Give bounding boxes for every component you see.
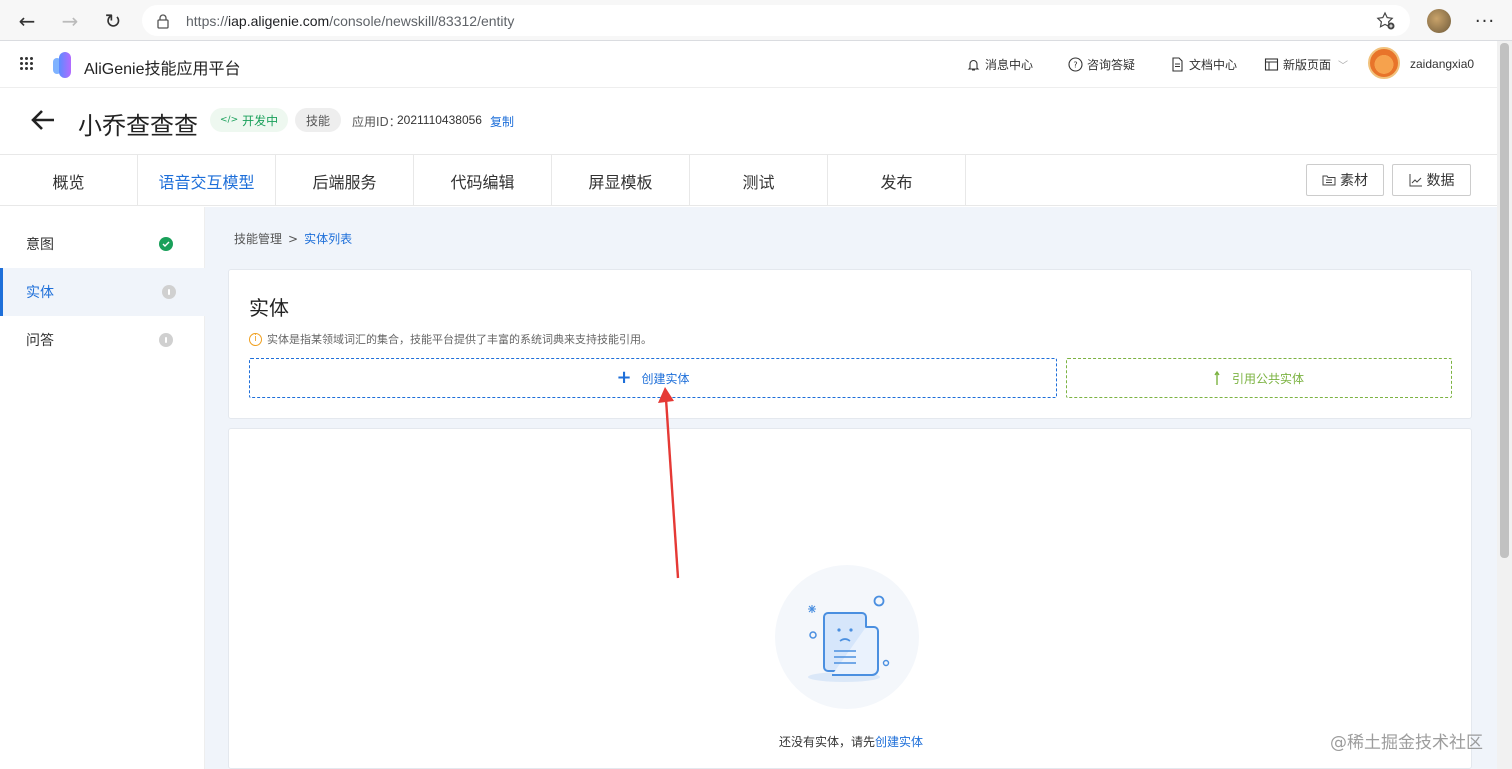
tab-code-edit[interactable]: 代码编辑 xyxy=(414,155,552,206)
type-badge: 技能 xyxy=(295,108,342,132)
entity-sidebar: 意图 实体 问答 xyxy=(0,207,205,769)
folder-icon xyxy=(1322,175,1336,186)
sidebar-item-entity[interactable]: 实体 xyxy=(0,268,205,316)
browser-toolbar: ← → ↻ https://iap.aligenie.com/console/n… xyxy=(0,0,1512,41)
empty-state-message: 还没有实体，请先创建实体 xyxy=(778,735,924,749)
info-dot-icon xyxy=(162,285,176,299)
docs-center-link[interactable]: 文档中心 xyxy=(1170,56,1237,73)
user-avatar[interactable] xyxy=(1368,47,1400,79)
tab-voice-model[interactable]: 语音交互模型 xyxy=(138,155,276,206)
check-icon xyxy=(159,237,173,251)
favorite-star-icon[interactable] xyxy=(1376,11,1396,31)
info-icon: i xyxy=(249,332,262,346)
browser-profile-avatar[interactable] xyxy=(1427,9,1451,33)
forward-icon[interactable]: → xyxy=(55,6,85,36)
back-icon[interactable]: ← xyxy=(12,6,42,36)
empty-create-entity-link[interactable]: 创建实体 xyxy=(875,735,923,749)
entity-card: 实体 i 实体是指某领域词汇的集合，技能平台提供了丰富的系统词典来支持技能引用。… xyxy=(228,269,1472,419)
status-badge: </> 开发中 xyxy=(210,108,289,132)
main-tabs: 概览 语音交互模型 后端服务 代码编辑 屏显模板 测试 发布 素材 数据 xyxy=(0,154,1497,206)
breadcrumb-current: 实体列表 xyxy=(304,232,353,246)
apps-grid-icon[interactable] xyxy=(20,57,34,71)
entity-list-card: 还没有实体，请先创建实体 xyxy=(228,428,1472,769)
bell-icon xyxy=(967,59,980,71)
tab-backend[interactable]: 后端服务 xyxy=(276,155,414,206)
tab-test[interactable]: 测试 xyxy=(690,155,828,206)
message-center-link[interactable]: 消息中心 xyxy=(966,56,1033,73)
address-bar[interactable]: https://iap.aligenie.com/console/newskil… xyxy=(142,5,1410,36)
card-hint: i 实体是指某领域词汇的集合，技能平台提供了丰富的系统词典来支持技能引用。 xyxy=(249,331,652,347)
lock-icon xyxy=(157,13,169,29)
scrollbar-thumb[interactable] xyxy=(1500,43,1509,558)
app-header: AliGenie技能应用平台 消息中心 ? 咨询答疑 文档中心 新版页面 ﹀ z… xyxy=(0,41,1497,88)
consult-link[interactable]: ? 咨询答疑 xyxy=(1068,56,1135,73)
brand-name: AliGenie技能应用平台 xyxy=(84,61,241,78)
empty-document-icon xyxy=(775,565,919,709)
data-button[interactable]: 数据 xyxy=(1392,164,1471,196)
materials-button[interactable]: 素材 xyxy=(1306,164,1384,196)
copy-appid-link[interactable]: 复制 xyxy=(490,113,514,130)
plus-icon: + xyxy=(616,367,632,388)
tab-screen-template[interactable]: 屏显模板 xyxy=(552,155,690,206)
username[interactable]: zaidangxia0 xyxy=(1410,57,1474,71)
chevron-down-icon: ﹀ xyxy=(1338,61,1349,72)
reload-icon[interactable]: ↻ xyxy=(98,6,128,36)
code-icon: </> xyxy=(220,115,239,125)
back-arrow-icon[interactable] xyxy=(30,108,56,132)
help-circle-icon: ? xyxy=(1068,57,1083,72)
line-chart-icon xyxy=(1409,174,1422,187)
breadcrumb-separator: > xyxy=(288,231,299,246)
reference-public-entity-button[interactable]: 引用公共实体 xyxy=(1066,358,1452,398)
breadcrumb-parent[interactable]: 技能管理 xyxy=(234,230,282,247)
document-icon xyxy=(1172,57,1183,72)
breadcrumb: 技能管理 > 实体列表 xyxy=(234,230,352,247)
skill-title: 小乔查查查 xyxy=(78,112,198,140)
new-version-link[interactable]: 新版页面 ﹀ xyxy=(1264,56,1348,73)
watermark: @稀土掘金技术社区 xyxy=(1330,733,1483,753)
sidebar-item-intent[interactable]: 意图 xyxy=(0,220,205,268)
info-dot-icon xyxy=(159,333,173,347)
appid-label: 应用ID： xyxy=(352,115,401,129)
sidebar-item-qa[interactable]: 问答 xyxy=(0,316,205,364)
window-icon xyxy=(1264,58,1279,71)
tab-overview[interactable]: 概览 xyxy=(0,155,138,206)
card-title: 实体 xyxy=(249,296,289,320)
tab-publish[interactable]: 发布 xyxy=(828,155,966,206)
aligenie-logo-icon xyxy=(53,52,71,78)
url-text: https://iap.aligenie.com/console/newskil… xyxy=(186,12,515,29)
svg-text:?: ? xyxy=(1073,61,1077,70)
skill-title-row: 小乔查查查 </> 开发中 技能 应用ID： 2021110438056 复制 xyxy=(0,88,1497,154)
reference-arrow-icon xyxy=(1214,370,1220,385)
more-options-icon[interactable]: ··· xyxy=(1472,9,1498,33)
appid-value: 2021110438056 xyxy=(397,113,482,127)
create-entity-button[interactable]: + 创建实体 xyxy=(249,358,1057,398)
page-scrollbar[interactable] xyxy=(1497,41,1512,769)
